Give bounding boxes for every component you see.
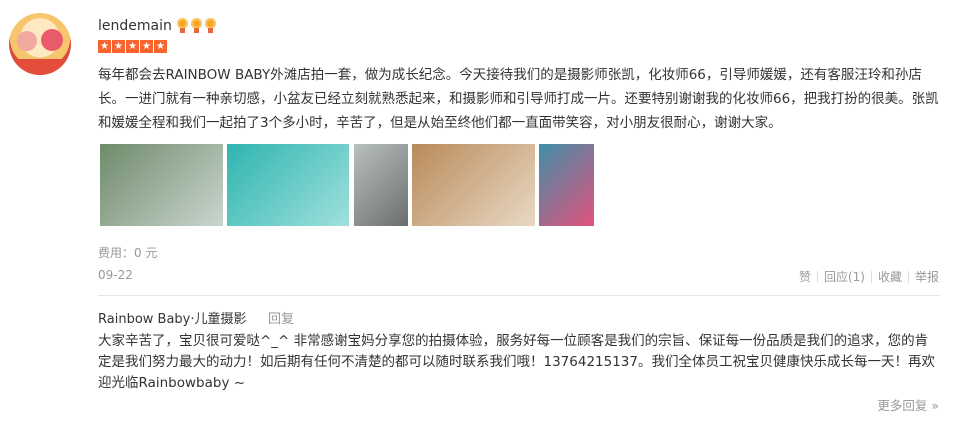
reply-text: 大家辛苦了，宝贝很可爱哒^_^ 非常感谢宝妈分享您的拍摄体验，服务好每一位顾客是… bbox=[98, 333, 935, 391]
fee-value: 0 元 bbox=[134, 246, 158, 260]
fee: 费用：0 元 bbox=[98, 244, 157, 261]
reply-author[interactable]: Rainbow Baby·儿童摄影 bbox=[98, 308, 247, 327]
photo-thumbnail-3[interactable] bbox=[354, 144, 408, 226]
report-button[interactable]: 举报 bbox=[915, 268, 939, 285]
photo-thumbnail-4[interactable] bbox=[412, 144, 535, 226]
star-icon: ★ bbox=[140, 40, 153, 53]
like-button[interactable]: 赞 bbox=[799, 268, 811, 285]
divider bbox=[816, 270, 818, 283]
review-text: 每年都会去RAINBOW BABY外滩店拍一套，做为成长纪念。今天接待我们的是摄… bbox=[98, 67, 939, 131]
collect-button[interactable]: 收藏 bbox=[878, 268, 902, 285]
reply-button[interactable]: 回应(1) bbox=[824, 268, 865, 285]
more-replies-link[interactable]: 更多回复 » bbox=[877, 395, 939, 414]
medal-icon bbox=[176, 18, 189, 33]
section-divider bbox=[98, 295, 940, 296]
photo-thumbnail-1[interactable] bbox=[100, 144, 223, 226]
review-date: 09-22 bbox=[98, 268, 133, 282]
username[interactable]: lendemain bbox=[98, 18, 172, 34]
reply-label: 回复 bbox=[268, 312, 295, 327]
star-rating: ★ ★ ★ ★ ★ bbox=[98, 40, 167, 53]
fee-label: 费用： bbox=[98, 246, 135, 260]
star-icon: ★ bbox=[126, 40, 139, 53]
star-icon: ★ bbox=[112, 40, 125, 53]
photo-thumbnail-2[interactable] bbox=[227, 144, 349, 226]
photo-thumbnail-5[interactable] bbox=[539, 144, 594, 226]
divider bbox=[907, 270, 909, 283]
star-icon: ★ bbox=[154, 40, 167, 53]
medals bbox=[176, 18, 217, 33]
review-actions: 赞 回应(1) 收藏 举报 bbox=[799, 268, 939, 285]
medal-icon bbox=[190, 18, 203, 33]
medal-icon bbox=[204, 18, 217, 33]
user-avatar[interactable] bbox=[9, 13, 71, 75]
divider bbox=[870, 270, 872, 283]
star-icon: ★ bbox=[98, 40, 111, 53]
